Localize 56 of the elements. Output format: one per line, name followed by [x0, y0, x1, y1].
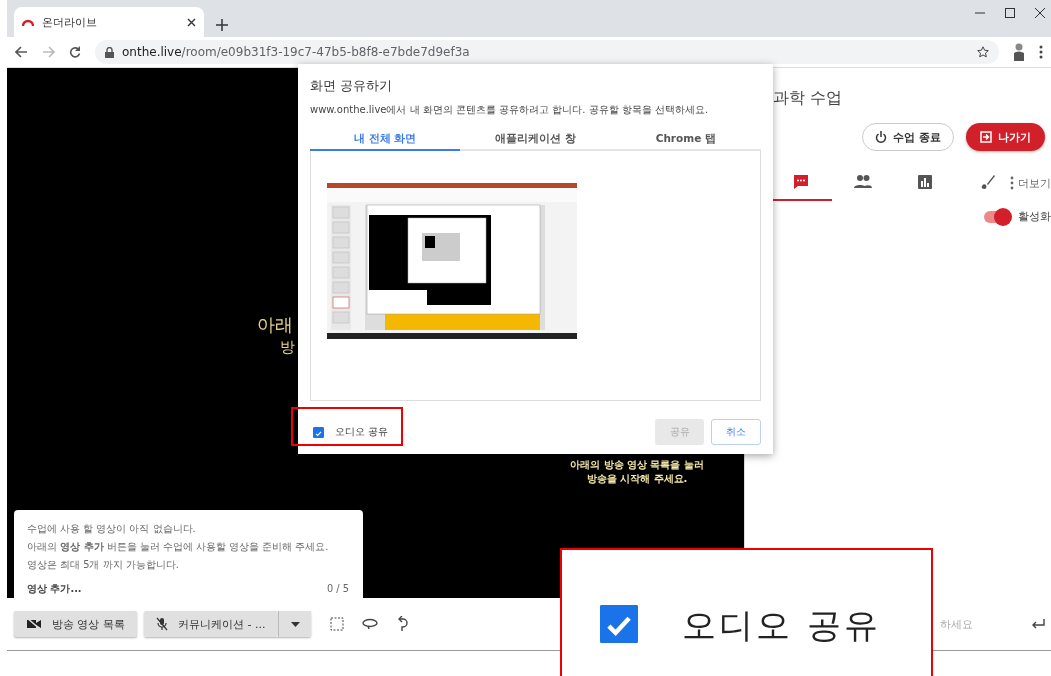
stage-subline: 방	[280, 338, 295, 357]
add-video-link[interactable]: 영상 추가...	[27, 580, 82, 598]
camera-off-icon	[26, 618, 42, 630]
info-text: 아래의 영상 추가 버튼을 눌러 수업에 사용할 영상을 준비해 주세요.	[27, 540, 330, 554]
select-area-icon[interactable]	[330, 617, 344, 631]
screen-thumbnail-drawing[interactable]	[327, 183, 577, 339]
toggle-label: 활성화	[1018, 209, 1051, 224]
lasso-icon[interactable]	[362, 618, 378, 630]
lock-icon	[105, 46, 114, 58]
exit-button[interactable]: 나가기	[966, 123, 1045, 151]
share-tab[interactable]: 애플리케이션 창	[460, 129, 611, 151]
reload-icon[interactable]	[69, 46, 81, 59]
url-text: onthe.live/room/e09b31f3-19c7-47b5-b8f8-e7bde7d9ef3a	[122, 45, 471, 60]
back-icon[interactable]	[15, 46, 28, 59]
chat-icon	[791, 172, 811, 192]
maximize-icon[interactable]	[1005, 8, 1015, 18]
dialog-description: www.onthe.live에서 내 화면의 콘텐츠를 공유하려고 합니다. 공유할 항목을 선택하세요.	[310, 103, 710, 117]
audio-checkbox[interactable]	[600, 605, 638, 643]
caret-icon	[290, 621, 300, 627]
toggle-switch[interactable]	[984, 210, 1010, 223]
power-icon	[875, 131, 888, 143]
chat-input-field[interactable]: 하세요	[938, 612, 1023, 636]
enter-icon[interactable]	[1031, 619, 1045, 629]
mic-button[interactable]: 커뮤니케이션 - ...	[144, 611, 278, 637]
star-icon[interactable]	[977, 46, 989, 59]
tab-title: 온더라이브	[42, 14, 98, 30]
more-icon[interactable]	[1010, 176, 1014, 190]
dropdown-button[interactable]	[278, 611, 311, 637]
cancel-button[interactable]: 취소	[711, 419, 761, 445]
mic-off-icon	[156, 617, 168, 631]
info-text: 영상은 최대 5개 까지 가능합니다.	[27, 558, 180, 572]
dialog-title: 화면 공유하기	[310, 78, 393, 95]
share-tab[interactable]: 내 전체 화면	[310, 129, 461, 151]
browser-tab[interactable]: 온더라이브	[14, 7, 204, 38]
share-tab[interactable]: Chrome 탭	[610, 129, 761, 151]
close-icon[interactable]	[187, 17, 196, 27]
more-label[interactable]: 더보기	[1018, 175, 1051, 191]
exit-icon	[980, 131, 992, 143]
end-class-button[interactable]: 수업 종료	[862, 123, 954, 151]
address-bar[interactable]: onthe.live/room/e09b31f3-19c7-47b5-b8f8-e7bde7d9ef3a	[95, 40, 999, 65]
audio-checkbox[interactable]	[313, 426, 324, 438]
video-list-button[interactable]: 방송 영상 목록	[14, 611, 137, 637]
class-title: 과학 수업	[773, 88, 844, 109]
stage-hint: 아래의 방송 영상 목록을 눌러 방송을 시작해 주세요.	[569, 458, 705, 486]
stage-headline: 아래	[257, 313, 293, 337]
close-icon[interactable]	[1035, 8, 1045, 18]
logo-icon	[22, 17, 34, 28]
rotate-icon[interactable]	[396, 616, 408, 632]
video-count: 0 / 5	[327, 582, 349, 596]
avatar-icon[interactable]	[1013, 43, 1025, 62]
info-text: 수업에 사용 할 영상이 아직 없습니다.	[27, 522, 197, 536]
audio-share-label[interactable]: 오디오 공유	[335, 425, 389, 439]
menu-icon[interactable]	[1039, 45, 1043, 60]
plus-icon[interactable]	[216, 19, 228, 32]
audio-share-label: 오디오 공유	[682, 605, 881, 645]
chart-icon	[915, 172, 935, 192]
